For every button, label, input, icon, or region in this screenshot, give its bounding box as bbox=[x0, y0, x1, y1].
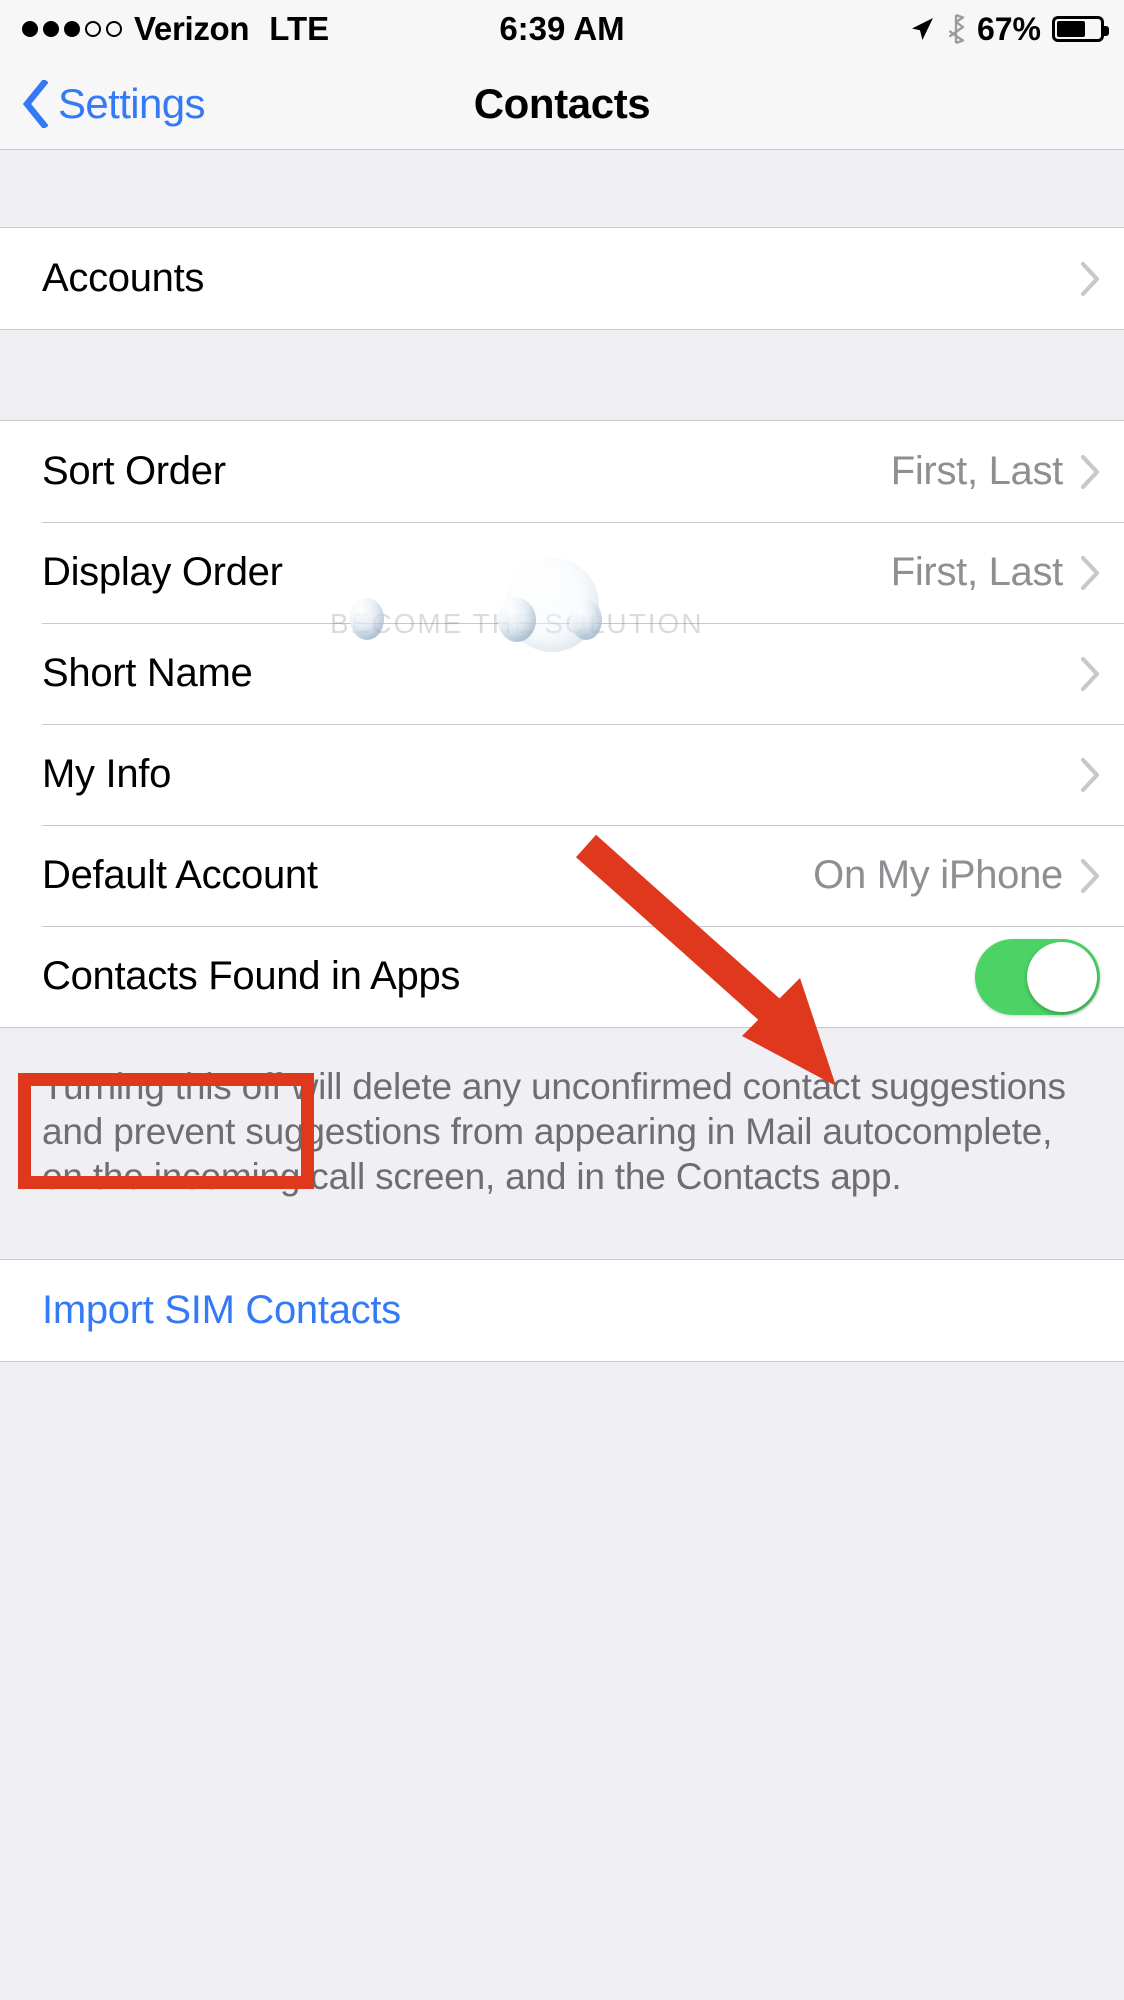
row-my-info[interactable]: My Info bbox=[0, 724, 1124, 825]
row-contacts-found-in-apps[interactable]: Contacts Found in Apps bbox=[0, 926, 1124, 1027]
bluetooth-icon bbox=[948, 14, 965, 44]
row-accessory bbox=[1081, 757, 1100, 792]
row-label: Default Account bbox=[42, 853, 318, 897]
status-bar: Verizon LTE 6:39 AM 67% bbox=[0, 0, 1124, 58]
settings-table-view[interactable]: Accounts Sort Order First, Last Display … bbox=[0, 151, 1124, 2000]
row-accessory: First, Last bbox=[891, 449, 1100, 494]
contacts-found-in-apps-toggle[interactable] bbox=[975, 938, 1100, 1015]
row-value: On My iPhone bbox=[813, 853, 1063, 897]
section-footer-note: Turning this off will delete any unconfi… bbox=[0, 1028, 1124, 1261]
chevron-right-icon bbox=[1081, 555, 1100, 590]
section-gap-top bbox=[0, 151, 1124, 227]
row-accessory: On My iPhone bbox=[813, 853, 1100, 898]
page-title: Contacts bbox=[473, 80, 651, 127]
chevron-right-icon bbox=[1081, 261, 1100, 296]
section-contact-options: Sort Order First, Last Display Order Fir… bbox=[0, 420, 1124, 1028]
row-import-sim-contacts[interactable]: Import SIM Contacts bbox=[0, 1260, 1124, 1362]
row-label: Display Order bbox=[42, 550, 283, 594]
row-label: Sort Order bbox=[42, 449, 226, 493]
iphone-settings-screen: Verizon LTE 6:39 AM 67% Settings Contact… bbox=[0, 0, 1124, 2000]
row-label: My Info bbox=[42, 752, 172, 796]
battery-percent-label: 67% bbox=[976, 10, 1041, 47]
row-short-name[interactable]: Short Name bbox=[0, 623, 1124, 724]
section-gap-middle bbox=[0, 330, 1124, 420]
toggle-knob bbox=[1027, 941, 1097, 1012]
row-value: First, Last bbox=[890, 449, 1064, 493]
location-arrow-icon bbox=[911, 18, 933, 40]
row-accounts[interactable]: Accounts bbox=[0, 228, 1124, 329]
row-sort-order[interactable]: Sort Order First, Last bbox=[0, 421, 1124, 522]
row-display-order[interactable]: Display Order First, Last bbox=[0, 522, 1124, 623]
row-label: Contacts Found in Apps bbox=[42, 954, 461, 998]
chevron-right-icon bbox=[1081, 858, 1100, 893]
navigation-bar: Settings Contacts bbox=[0, 58, 1124, 150]
status-bar-right: 67% bbox=[909, 10, 1109, 48]
row-label: Import SIM Contacts bbox=[42, 1288, 401, 1333]
chevron-right-icon bbox=[1081, 757, 1100, 792]
section-import-sim: Import SIM Contacts bbox=[0, 1260, 1124, 1363]
row-label: Accounts bbox=[42, 256, 205, 300]
row-accessory: First, Last bbox=[891, 550, 1100, 595]
row-value: First, Last bbox=[890, 550, 1064, 594]
section-accounts: Accounts bbox=[0, 227, 1124, 330]
row-default-account[interactable]: Default Account On My iPhone bbox=[0, 825, 1124, 926]
row-label: Short Name bbox=[42, 651, 253, 695]
battery-icon bbox=[1052, 16, 1109, 42]
chevron-right-icon bbox=[1081, 454, 1100, 489]
chevron-right-icon bbox=[1081, 656, 1100, 691]
row-accessory bbox=[975, 938, 1100, 1015]
row-accessory bbox=[1081, 261, 1100, 296]
section-gap-bottom bbox=[0, 1362, 1124, 2000]
row-accessory bbox=[1081, 656, 1100, 691]
